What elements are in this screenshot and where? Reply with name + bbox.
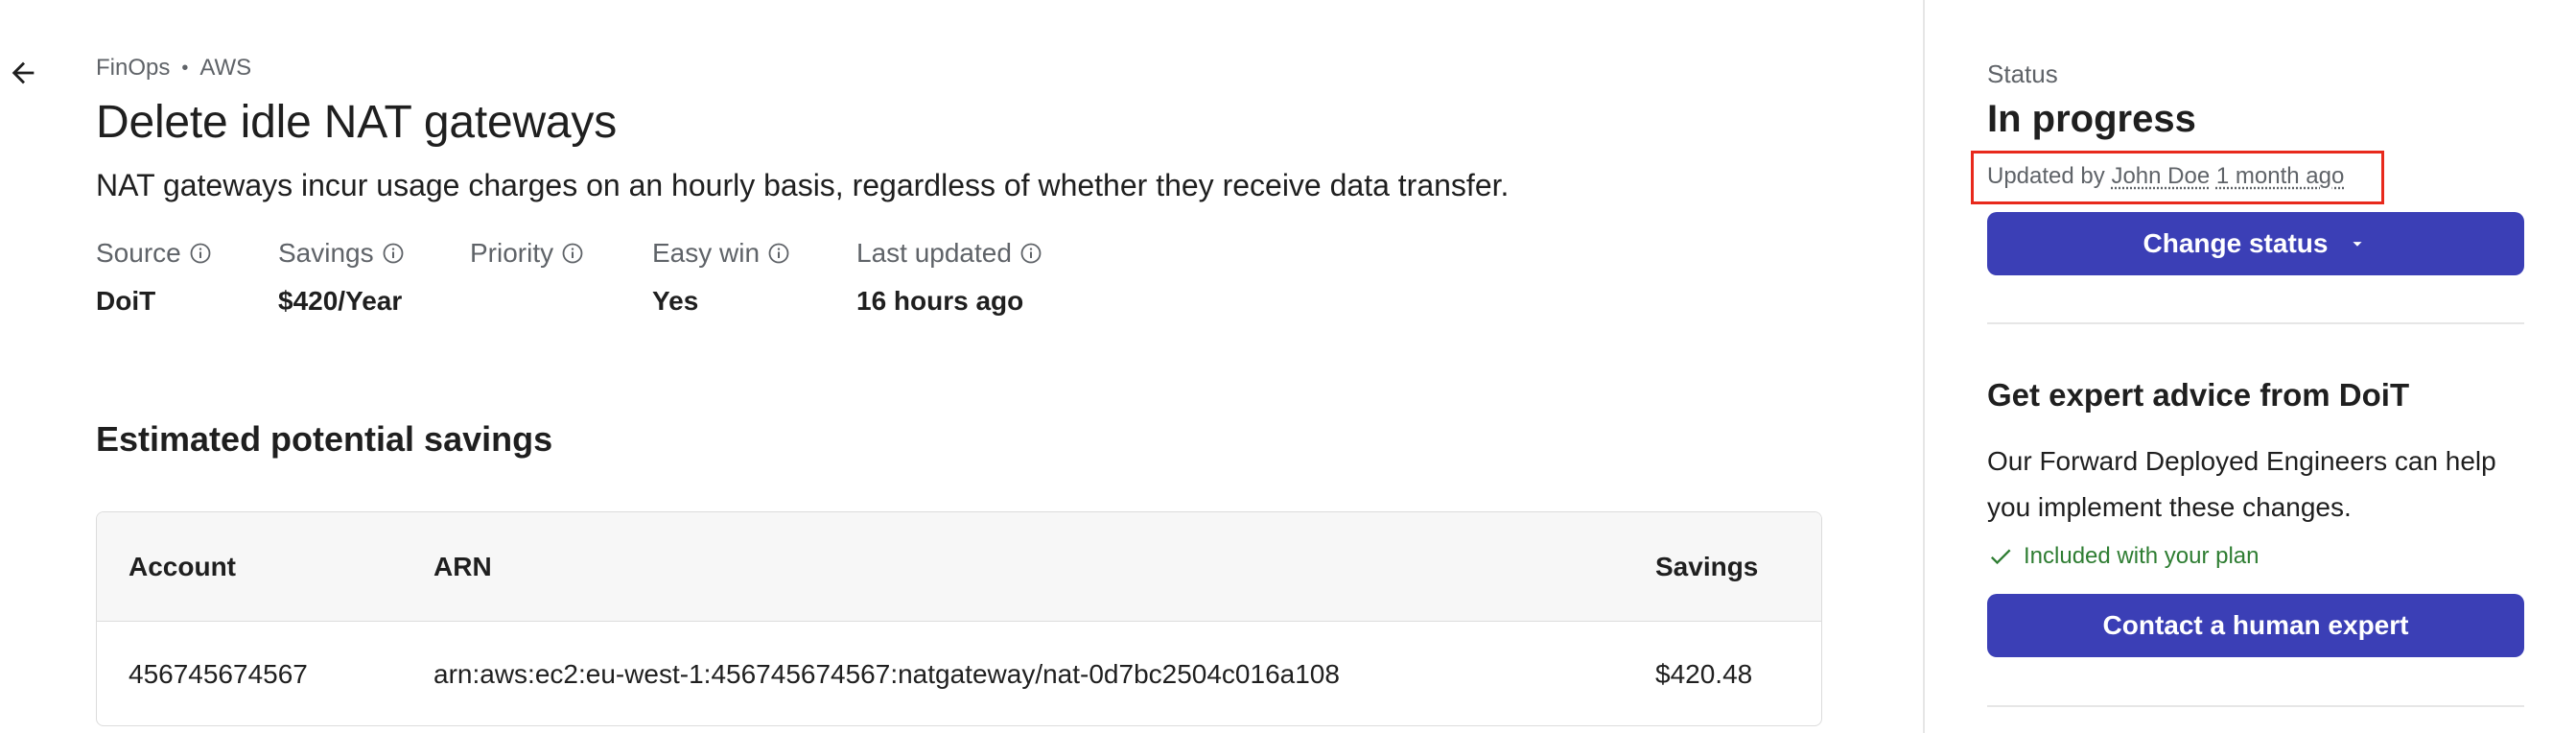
status-value: In progress [1987,98,2196,140]
cell-savings: $420.48 [1655,659,1753,689]
cell-arn: arn:aws:ec2:eu-west-1:456745674567:natga… [433,659,1340,689]
change-status-button[interactable]: Change status [1987,212,2524,275]
included-with-plan: Included with your plan [1987,543,2259,570]
meta-value: Yes [652,286,699,316]
updated-prefix: Updated by [1987,163,2105,189]
panel-divider [1923,0,1925,733]
meta-label: Savings [278,238,374,268]
info-icon[interactable] [189,242,212,265]
caret-down-icon [2353,242,2363,247]
cell-account: 456745674567 [129,659,308,689]
page-title: Delete idle NAT gateways [96,97,618,148]
recommendation-main: FinOps • AWS Delete idle NAT gateways NA… [96,0,1822,733]
back-button[interactable] [4,54,42,92]
info-icon[interactable] [561,242,584,265]
included-label: Included with your plan [2024,543,2260,569]
arrow-left-icon [12,61,35,84]
updated-by-text: Updated by John Doe 1 month ago [1987,163,2344,190]
meta-value: DoiT [96,286,156,316]
meta-value [470,286,652,319]
expert-title: Get expert advice from DoiT [1987,377,2410,413]
table-header-row: Account ARN Savings [97,512,1821,622]
meta-value: 16 hours ago [856,286,1024,316]
breadcrumb: FinOps • AWS [96,55,251,82]
table-row: 456745674567 arn:aws:ec2:eu-west-1:45674… [97,622,1821,725]
meta-row: Source DoiT Savings $420/Year Priority E… [96,236,1106,319]
meta-label: Source [96,238,181,268]
check-icon [1990,549,2011,565]
expert-description: Our Forward Deployed Engineers can help … [1987,446,2496,522]
breadcrumb-item-aws[interactable]: AWS [199,55,251,82]
meta-source: Source DoiT [96,236,278,319]
meta-value: $420/Year [278,286,403,316]
updated-time[interactable]: 1 month ago [2216,163,2344,189]
savings-section-title: Estimated potential savings [96,419,553,459]
section-divider [1987,322,2524,324]
breadcrumb-item-finops[interactable]: FinOps [96,55,170,82]
meta-easy-win: Easy win Yes [652,236,856,319]
info-icon[interactable] [382,242,405,265]
meta-priority: Priority [470,236,652,319]
meta-label: Last updated [856,238,1012,268]
section-divider [1987,705,2524,707]
breadcrumb-separator: • [181,57,189,79]
column-header-account[interactable]: Account [129,512,236,621]
savings-table: Account ARN Savings 456745674567 arn:aws… [96,511,1822,726]
change-status-label: Change status [2143,228,2329,258]
page-description: NAT gateways incur usage charges on an h… [96,168,1510,202]
info-icon[interactable] [767,242,790,265]
updated-user[interactable]: John Doe [2111,163,2210,189]
column-header-savings[interactable]: Savings [1655,512,1758,621]
meta-last-updated: Last updated 16 hours ago [856,236,1106,319]
meta-savings: Savings $420/Year [278,236,470,319]
meta-label: Priority [470,238,554,268]
info-icon[interactable] [1019,242,1042,265]
meta-label: Easy win [652,238,761,268]
status-sidebar: Status In progress Updated by John Doe 1… [1971,0,2524,733]
status-label: Status [1987,59,2058,88]
column-header-arn[interactable]: ARN [433,512,492,621]
contact-expert-button[interactable]: Contact a human expert [1987,594,2524,657]
